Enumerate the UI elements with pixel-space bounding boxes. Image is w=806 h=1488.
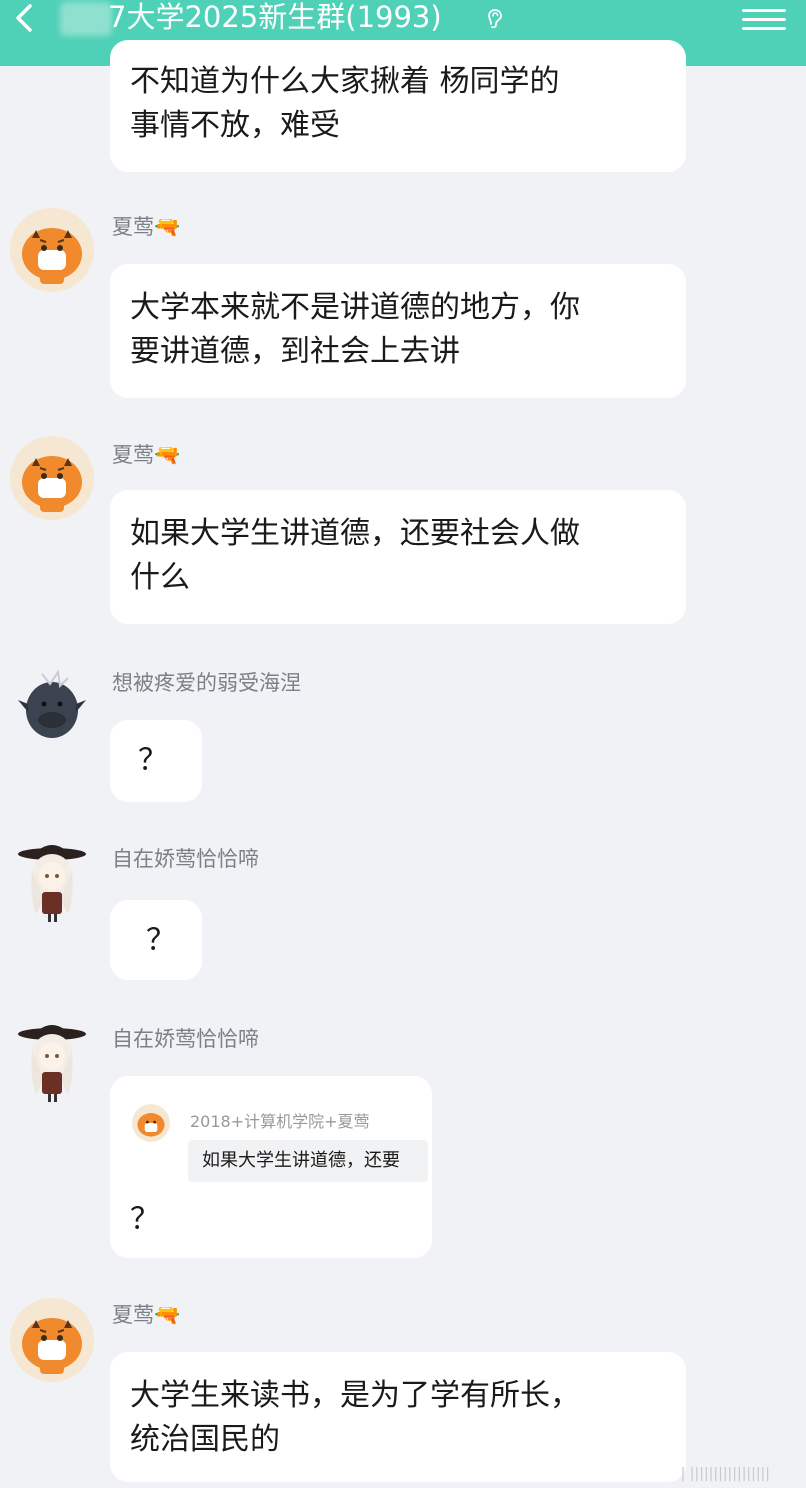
message-bubble[interactable]: 不知道为什么大家揪着 杨同学的 事情不放，难受: [110, 40, 686, 172]
anime-girl-avatar-icon: [18, 1025, 86, 1102]
menu-button[interactable]: [742, 4, 786, 34]
message-bubble[interactable]: 如果大学生讲道德，还要社会人做 什么: [110, 490, 686, 624]
tiger-avatar[interactable]: [10, 1298, 94, 1382]
anime-girl-avatar[interactable]: [10, 840, 94, 924]
back-chevron-icon: [16, 4, 32, 32]
message-text: 如果大学生讲道德，还要社会人做 什么: [130, 516, 580, 595]
quote-avatar: [132, 1104, 170, 1142]
back-button[interactable]: [10, 0, 50, 40]
message-text: 不知道为什么大家揪着 杨同学的 事情不放，难受: [130, 64, 560, 143]
message-bubble[interactable]: 大学本来就不是讲道德的地方，你 要讲道德，到社会上去讲: [110, 264, 686, 398]
tiger-avatar-icon: [10, 1298, 94, 1382]
tiger-avatar-icon: [10, 208, 94, 292]
anime-girl-avatar-icon: [18, 845, 86, 922]
tiger-avatar-icon: [10, 436, 94, 520]
group-title: 7大学2025新生群(1993): [108, 0, 442, 34]
sender-name: 自在娇莺恰恰啼: [112, 1027, 259, 1051]
message-text: ？: [146, 923, 176, 958]
reply-message-bubble[interactable]: 2018+计算机学院+夏莺 如果大学生讲道德，还要 ？: [110, 1076, 432, 1258]
sender-name: 夏莺🔫: [112, 443, 181, 467]
sender-name: 自在娇莺恰恰啼: [112, 847, 259, 871]
message-bubble[interactable]: 大学生来读书，是为了学有所长， 统治国民的: [110, 1352, 686, 1482]
quoted-message[interactable]: 如果大学生讲道德，还要: [188, 1140, 428, 1182]
watermark: | |||||||||||||||||: [680, 1466, 770, 1482]
message-text: ？: [138, 743, 168, 778]
blurred-region: [60, 2, 112, 36]
tiger-avatar-icon: [132, 1104, 170, 1142]
ear-icon: [488, 9, 502, 29]
message-text: ？: [130, 1202, 160, 1237]
creature-avatar[interactable]: [10, 664, 94, 748]
tiger-avatar[interactable]: [10, 436, 94, 520]
sender-name: 夏莺🔫: [112, 215, 181, 239]
message-text: 大学生来读书，是为了学有所长， 统治国民的: [130, 1378, 580, 1457]
menu-icon: [742, 9, 786, 30]
sender-name: 夏莺🔫: [112, 1303, 181, 1327]
anime-girl-avatar[interactable]: [10, 1020, 94, 1104]
creature-avatar-icon: [18, 669, 86, 738]
quote-sender-name: 2018+计算机学院+夏莺: [190, 1112, 370, 1131]
message-bubble[interactable]: ？: [110, 720, 202, 802]
sender-name: 想被疼爱的弱受海涅: [112, 671, 301, 695]
tiger-avatar[interactable]: [10, 208, 94, 292]
message-text: 大学本来就不是讲道德的地方，你 要讲道德，到社会上去讲: [130, 290, 580, 369]
message-bubble[interactable]: ？: [110, 900, 202, 980]
